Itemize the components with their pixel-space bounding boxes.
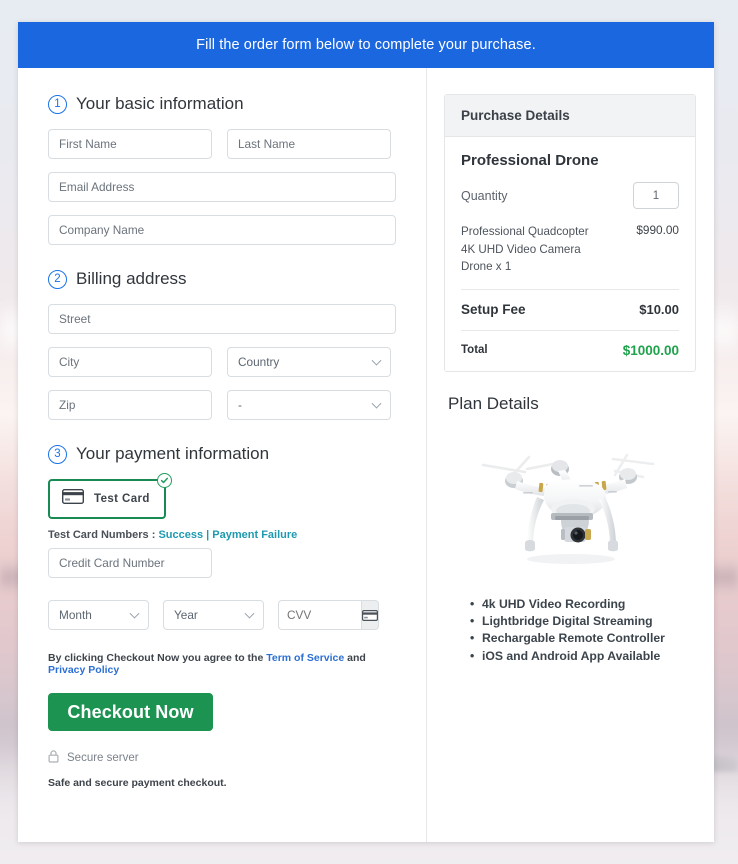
total-label: Total [461,344,488,356]
list-item: Rechargable Remote Controller [470,630,696,647]
credit-card-icon [361,600,379,630]
cvv-input[interactable] [278,600,361,630]
expiry-year-select[interactable]: Year [163,600,264,630]
privacy-policy-link[interactable]: Privacy Policy [48,664,119,676]
page-banner: Fill the order form below to complete yo… [18,22,714,68]
last-name-input[interactable] [227,129,391,159]
purchase-details-body: Professional Drone Quantity Professional… [445,137,695,371]
purchase-details-panel: Purchase Details Professional Drone Quan… [444,94,696,372]
card-body: 1 Your basic information 2 Billing addre… [18,68,714,842]
total-row: Total $1000.00 [461,331,679,358]
lock-icon [48,750,59,766]
zip-state-row: - [48,390,396,420]
state-select[interactable]: - [227,390,391,420]
test-card-option[interactable]: Test Card [48,479,166,519]
summary-column: Purchase Details Professional Drone Quan… [427,68,714,842]
check-circle-icon [157,473,172,488]
credit-card-icon [62,489,84,509]
checkout-card: Fill the order form below to complete yo… [18,22,714,842]
expiry-month-select[interactable]: Month [48,600,149,630]
section-header-payment-information: 3 Your payment information [48,444,396,464]
test-card-success-link[interactable]: Success [158,529,203,541]
country-select[interactable]: Country [227,347,391,377]
secure-server-row: Secure server [48,750,396,766]
company-row [48,215,396,245]
terms-text: By clicking Checkout Now you agree to th… [48,652,396,676]
year-select-wrapper: Year [163,600,264,630]
terms-prefix: By clicking Checkout Now you agree to th… [48,652,266,664]
list-item: Lightbridge Digital Streaming [470,613,696,630]
step-number-2: 2 [48,270,67,289]
zip-input[interactable] [48,390,212,420]
first-name-input[interactable] [48,129,212,159]
plan-details-title: Plan Details [444,394,696,414]
banner-text: Fill the order form below to complete yo… [196,37,536,53]
section-title-payment-information: Your payment information [76,444,269,464]
email-row [48,172,396,202]
setup-fee-amount: $10.00 [639,302,679,317]
setup-fee-label: Setup Fee [461,302,526,317]
card-number-row [48,548,396,578]
country-select-wrapper: Country [227,347,391,377]
quantity-row: Quantity [461,182,679,209]
street-row [48,304,396,334]
test-card-failure-link[interactable]: Payment Failure [212,529,297,541]
name-row [48,129,396,159]
product-name: Professional Drone [461,152,679,169]
line-item-description: Professional Quadcopter 4K UHD Video Cam… [461,223,601,276]
checkout-now-button[interactable]: Checkout Now [48,693,213,731]
section-title-basic-information: Your basic information [76,94,244,114]
test-card-numbers-prefix: Test Card Numbers : [48,529,158,541]
setup-fee-row: Setup Fee $10.00 [461,290,679,331]
line-item-row: Professional Quadcopter 4K UHD Video Cam… [461,223,679,290]
company-name-input[interactable] [48,215,396,245]
email-input[interactable] [48,172,396,202]
line-item-amount: $990.00 [636,223,679,276]
expiry-cvv-row: Month Year [48,600,396,630]
section-title-billing-address: Billing address [76,269,187,289]
list-item: iOS and Android App Available [470,648,696,665]
plan-features-list: 4k UHD Video Recording Lightbridge Digit… [444,596,696,665]
quantity-label: Quantity [461,189,508,203]
section-header-basic-information: 1 Your basic information [48,94,396,114]
city-country-row: Country [48,347,396,377]
credit-card-number-input[interactable] [48,548,212,578]
terms-of-service-link[interactable]: Term of Service [266,652,344,664]
quantity-input[interactable] [633,182,679,209]
state-select-wrapper: - [227,390,391,420]
step-number-3: 3 [48,445,67,464]
list-item: 4k UHD Video Recording [470,596,696,613]
street-input[interactable] [48,304,396,334]
section-header-billing-address: 2 Billing address [48,269,396,289]
test-card-label: Test Card [94,493,150,505]
safe-checkout-note: Safe and secure payment checkout. [48,777,396,789]
month-select-wrapper: Month [48,600,149,630]
purchase-details-header: Purchase Details [445,95,695,137]
product-image [444,430,696,580]
terms-middle: and [344,652,366,664]
city-input[interactable] [48,347,212,377]
test-card-separator: | [203,529,212,541]
professional-drone-image [465,437,675,572]
test-card-numbers-line: Test Card Numbers : Success | Payment Fa… [48,529,396,541]
step-number-1: 1 [48,95,67,114]
cvv-input-group [278,600,379,630]
total-amount: $1000.00 [623,343,679,358]
order-form-column: 1 Your basic information 2 Billing addre… [18,68,427,842]
secure-server-label: Secure server [67,752,139,764]
